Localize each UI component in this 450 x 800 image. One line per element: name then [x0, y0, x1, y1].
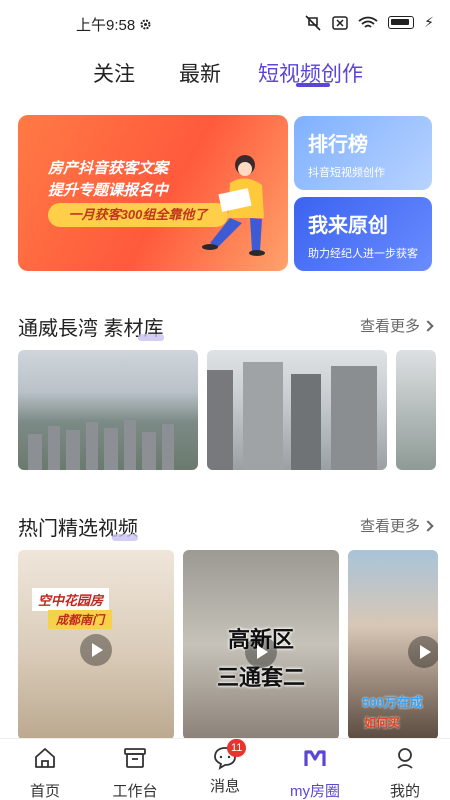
profile-icon	[397, 748, 413, 769]
video-card[interactable]: 500万在成 如何买	[348, 550, 438, 740]
material-image[interactable]	[207, 350, 387, 470]
see-more-label: 查看更多	[359, 318, 420, 335]
status-time: 上午9:58	[76, 17, 136, 34]
close-box-icon	[332, 15, 348, 30]
nav-label: 工作台	[112, 783, 158, 800]
building-shape	[124, 420, 136, 470]
play-icon[interactable]	[408, 636, 438, 668]
building-shape	[86, 422, 98, 470]
workbench-icon	[124, 748, 146, 768]
building-shape	[28, 434, 42, 470]
nav-label: 消息	[209, 778, 240, 795]
building-shape	[207, 370, 233, 470]
active-tab-indicator	[296, 83, 330, 87]
building-shape	[291, 374, 321, 470]
material-see-more[interactable]: 查看更多	[359, 315, 434, 336]
video-caption: 空中花园房	[32, 588, 110, 611]
home-icon	[35, 748, 55, 768]
nav-my-fangquan[interactable]: my房圈	[280, 745, 350, 800]
battery-icon	[388, 16, 415, 29]
unread-badge: 11	[227, 739, 247, 757]
original-banner[interactable]: 我来原创 助力经纪人进一步获客	[294, 197, 432, 271]
mute-icon	[305, 14, 321, 31]
video-card[interactable]: 高新区 三通套二	[183, 550, 339, 740]
charging-icon: ⚡	[424, 14, 434, 30]
nav-label: my房圈	[290, 783, 340, 800]
top-tabs: 关注 最新 短视频创作	[0, 46, 450, 96]
building-shape	[331, 366, 377, 470]
play-icon[interactable]	[80, 634, 112, 666]
ranking-subtitle: 抖音短视频创作	[308, 167, 385, 179]
tab-latest[interactable]: 最新	[179, 58, 221, 88]
material-section-title: 通威長湾 素材库	[18, 312, 164, 341]
building-shape	[66, 430, 80, 470]
reading-girl-illustration	[202, 155, 265, 256]
course-promo-banner[interactable]: 房产抖音获客文案 提升专题课报名中 一月获客300组全靠他了	[18, 115, 288, 271]
banner-line1: 房产抖音获客文案	[48, 160, 169, 177]
chevron-right-icon	[422, 519, 434, 532]
hot-section-title: 热门精选视频	[18, 512, 138, 541]
original-subtitle: 助力经纪人进一步获客	[308, 248, 418, 260]
building-shape	[162, 424, 174, 470]
wifi-icon	[358, 16, 378, 28]
nav-workbench[interactable]: 工作台	[100, 745, 170, 800]
bottom-nav: 首页 工作台 11 消息 my房圈 我的	[0, 738, 450, 800]
see-more-label: 查看更多	[359, 518, 420, 535]
video-caption: 如何买	[364, 716, 401, 730]
building-shape	[104, 428, 118, 470]
nav-label: 首页	[29, 783, 60, 800]
ranking-title: 排行榜	[308, 134, 368, 156]
m-logo-icon	[304, 750, 326, 766]
gear-icon	[140, 19, 151, 30]
nav-home[interactable]: 首页	[10, 745, 80, 800]
chevron-right-icon	[422, 319, 434, 332]
video-caption: 成都南门	[48, 610, 113, 629]
video-caption: 500万在成	[362, 695, 423, 710]
ranking-banner[interactable]: 排行榜 抖音短视频创作	[294, 116, 432, 190]
nav-mine[interactable]: 我的	[370, 745, 440, 800]
hot-see-more[interactable]: 查看更多	[359, 515, 434, 536]
title-highlight	[112, 534, 138, 541]
banner-line2: 提升专题课报名中	[48, 182, 169, 199]
nav-label: 我的	[389, 783, 420, 800]
title-highlight	[137, 334, 164, 341]
building-shape	[243, 362, 283, 470]
original-title: 我来原创	[308, 215, 388, 237]
play-icon[interactable]	[245, 636, 277, 668]
status-bar: 上午9:58 ⚡	[0, 0, 450, 46]
building-shape	[48, 426, 60, 470]
tab-follow[interactable]: 关注	[93, 58, 135, 88]
nav-messages[interactable]: 11 消息	[190, 739, 260, 796]
video-card[interactable]: 空中花园房 成都南门	[18, 550, 174, 740]
building-shape	[142, 432, 156, 470]
material-image[interactable]	[396, 350, 436, 470]
material-image[interactable]	[18, 350, 198, 470]
